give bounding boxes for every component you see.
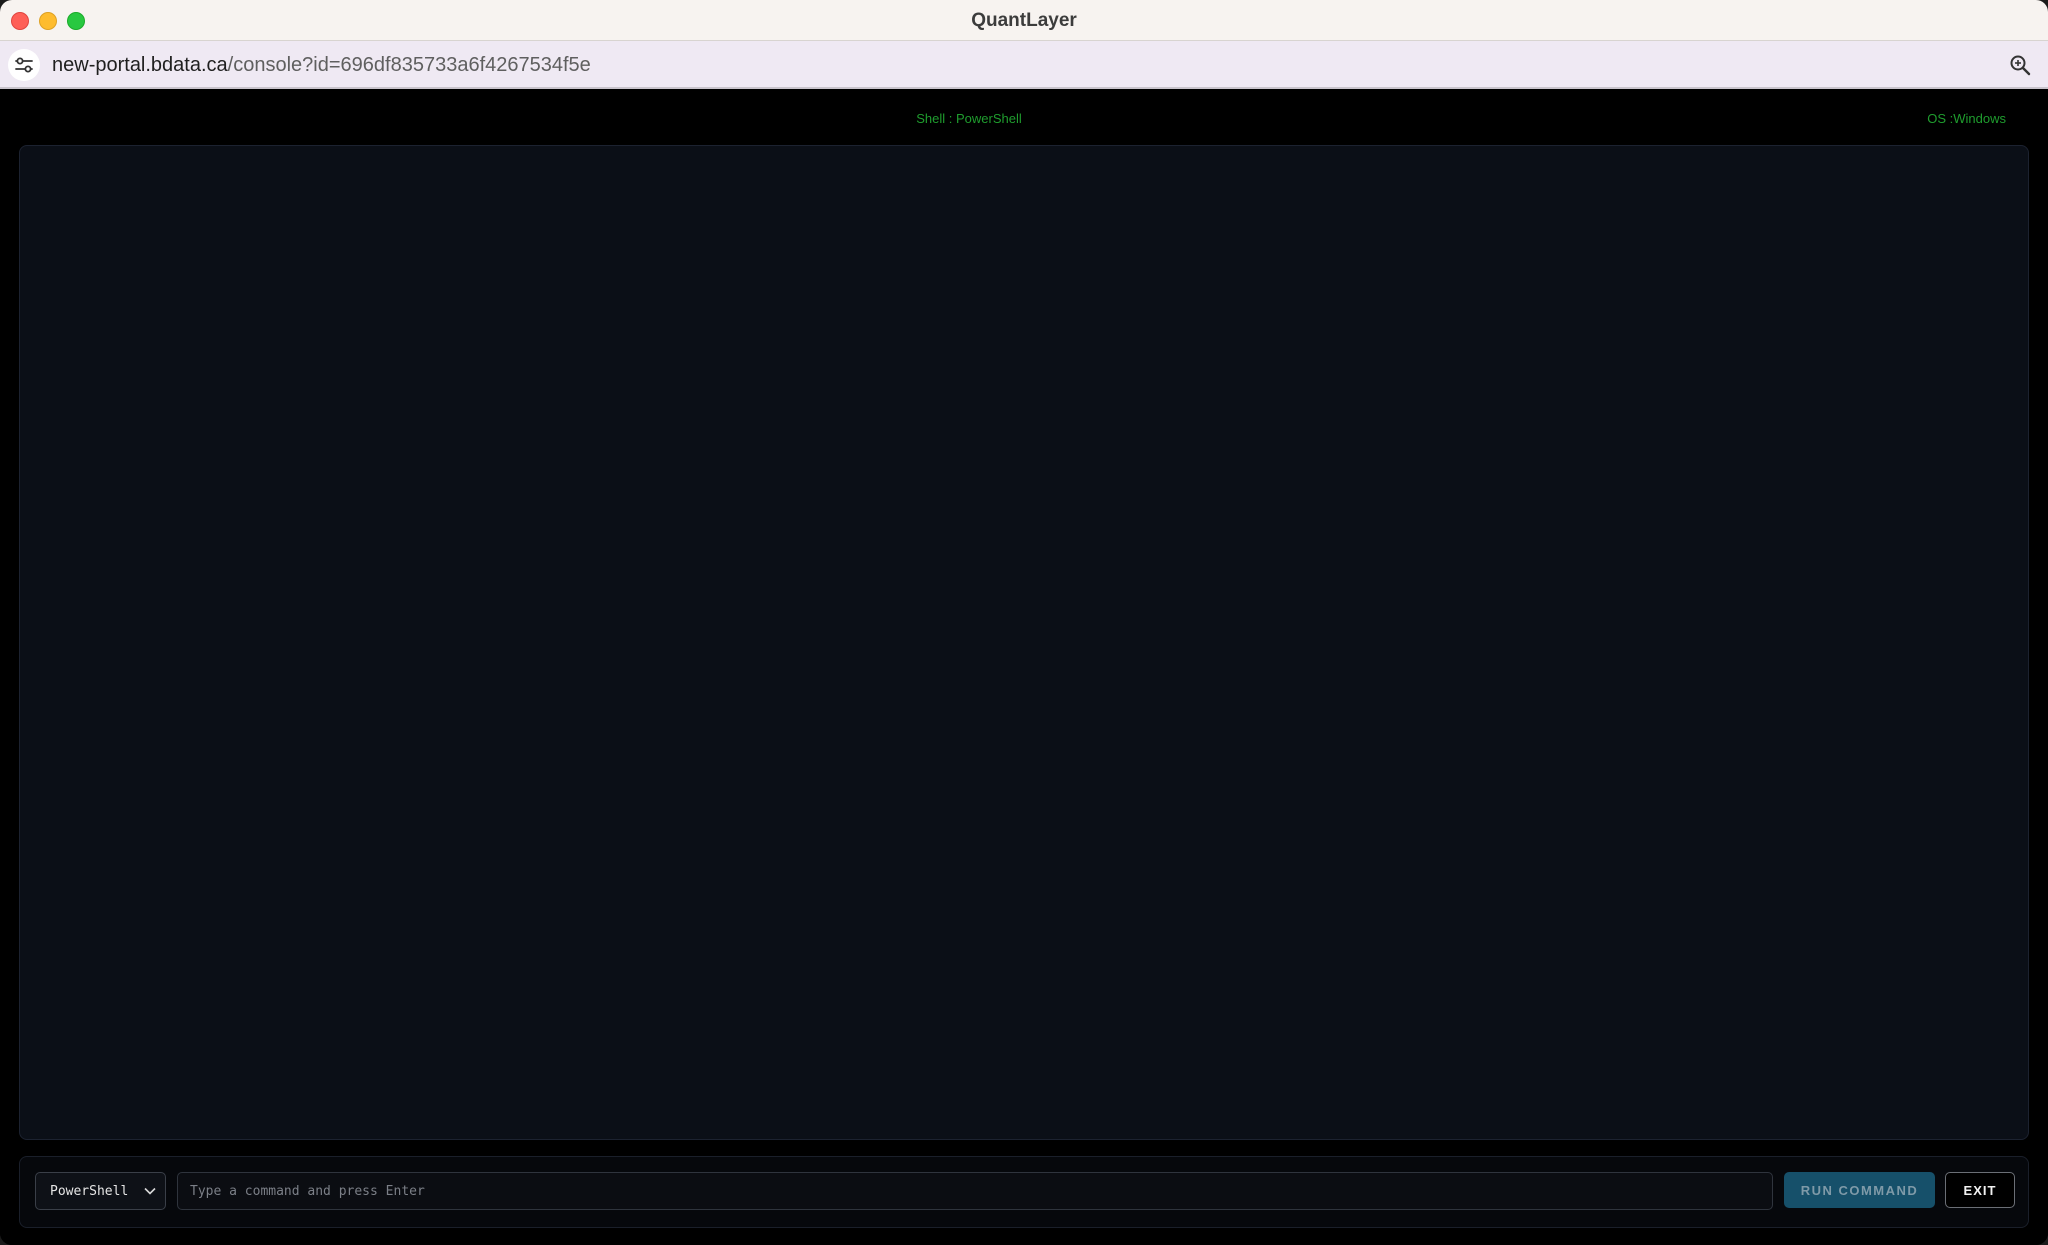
shell-label: Shell : PowerShell (916, 111, 1022, 126)
url-path: /console?id=696df835733a6f4267534f5e (227, 54, 591, 76)
url-host: new-portal.bdata.ca (52, 54, 228, 76)
site-settings-icon[interactable] (8, 49, 40, 81)
shell-select-value: PowerShell (50, 1183, 129, 1199)
address-bar: new-portal.bdata.ca/console?id=696df8357… (0, 41, 2048, 89)
window-title: QuantLayer (971, 10, 1077, 31)
browser-window: QuantLayer new-portal.bdata.ca/console?i… (0, 0, 2048, 1245)
console-page: Shell : PowerShell OS :Windows PowerShel… (0, 91, 2048, 1245)
command-input[interactable] (177, 1172, 1773, 1210)
console-output[interactable] (19, 145, 2029, 1140)
zoom-icon[interactable] (2006, 51, 2034, 79)
url-field[interactable]: new-portal.bdata.ca/console?id=696df8357… (52, 41, 591, 89)
run-command-button[interactable]: RUN COMMAND (1784, 1172, 1935, 1208)
title-bar: QuantLayer (0, 0, 2048, 41)
os-label: OS :Windows (1927, 111, 2006, 126)
chevron-down-icon (143, 1184, 157, 1202)
shell-select[interactable]: PowerShell (35, 1172, 166, 1210)
command-bar: PowerShell RUN COMMAND EXIT (19, 1156, 2029, 1228)
console-meta: Shell : PowerShell OS :Windows (0, 91, 2048, 141)
exit-button[interactable]: EXIT (1945, 1172, 2015, 1208)
